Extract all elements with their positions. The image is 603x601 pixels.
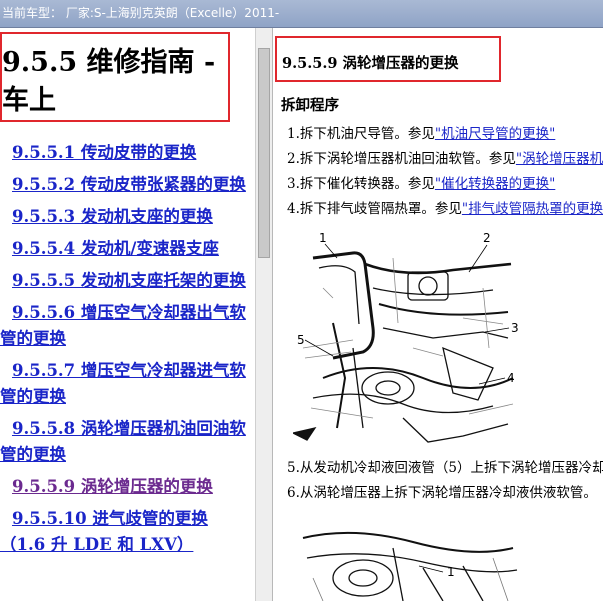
step-1: 1.拆下机油尺导管。参见"机油尺导管的更换" — [287, 122, 603, 147]
step-3-text: 3.拆下催化转换器。参见 — [287, 176, 435, 192]
toc-link[interactable]: 9.5.5.10 进气歧管的更换（1.6 升 LDE 和 LXV） — [0, 506, 252, 558]
toc-link[interactable]: 9.5.5.7 增压空气冷却器进气软管的更换 — [0, 358, 252, 410]
steps-list: 1.拆下机油尺导管。参见"机油尺导管的更换" 2.拆下涡轮增压器机油回油软管。参… — [287, 122, 603, 222]
step-2-text: 2.拆下涡轮增压器机油回油软管。参见 — [287, 151, 516, 167]
step-5: 5.从发动机冷却液回液管（5）上拆下涡轮增压器冷却液回液软管（1）。 — [287, 460, 603, 476]
engine-diagram-1: 1 2 3 4 5 — [291, 228, 523, 450]
content-pane: 9.5.5.9 涡轮增压器的更换 拆卸程序 1.拆下机油尺导管。参见"机油尺导管… — [273, 28, 603, 601]
toc-pane: 9.5.5 维修指南 - 车上 9.5.5.1 传动皮带的更换 9.5.5.2 传… — [0, 28, 255, 601]
coolant-diagram-svg: 1 — [302, 531, 518, 601]
toc-link[interactable]: 9.5.5.9 涡轮增压器的更换 — [0, 474, 252, 500]
dipstick-tube-link[interactable]: "机油尺导管的更换" — [435, 126, 555, 142]
step-6: 6.从涡轮增压器上拆下涡轮增压器冷却液供液软管。 — [287, 485, 597, 501]
step-2: 2.拆下涡轮增压器机油回油软管。参见"涡轮增压器机油回油软管的更换" — [287, 147, 603, 172]
toc-list: 9.5.5.1 传动皮带的更换 9.5.5.2 传动皮带张紧器的更换 9.5.5.3… — [0, 140, 252, 564]
step-4: 4.拆下排气歧管隔热罩。参见"排气歧管隔热罩的更换" — [287, 197, 603, 222]
current-model-text: 当前车型： 厂家:S-上海别克英朗（Excelle）2011- — [2, 6, 280, 20]
toc-link[interactable]: 9.5.5.3 发动机支座的更换 — [0, 204, 252, 230]
step-1-text: 1.拆下机油尺导管。参见 — [287, 126, 435, 142]
turbo-diagram-svg: 1 2 3 4 5 — [291, 231, 519, 443]
toc-link[interactable]: 9.5.5.2 传动皮带张紧器的更换 — [0, 172, 252, 198]
callout-4: 4 — [507, 371, 515, 385]
oil-return-hose-link[interactable]: "涡轮增压器机油回油软管的更换" — [516, 151, 603, 167]
heat-shield-link[interactable]: "排气歧管隔热罩的更换" — [462, 201, 603, 217]
toc-link[interactable]: 9.5.5.8 涡轮增压器机油回油软管的更换 — [0, 416, 252, 468]
toc-link[interactable]: 9.5.5.6 增压空气冷却器出气软管的更换 — [0, 300, 252, 352]
toc-link[interactable]: 9.5.5.1 传动皮带的更换 — [0, 140, 252, 166]
current-model-bar: 当前车型： 厂家:S-上海别克英朗（Excelle）2011- — [0, 0, 603, 28]
callout-2: 2 — [483, 231, 491, 245]
vertical-scrollbar[interactable] — [255, 28, 273, 601]
callout-3: 3 — [511, 321, 519, 335]
toc-link[interactable]: 9.5.5.5 发动机支座托架的更换 — [0, 268, 252, 294]
callout-5: 5 — [297, 333, 305, 347]
section-heading: 9.5.5 维修指南 - 车上 — [2, 47, 216, 116]
engine-diagram-2: 1 — [293, 518, 523, 601]
steps-list-2: 5.从发动机冷却液回液管（5）上拆下涡轮增压器冷却液回液软管（1）。 6.从涡轮… — [287, 456, 603, 506]
toc-link[interactable]: 9.5.5.4 发动机/变速器支座 — [0, 236, 252, 262]
section-title: 9.5.5.9 涡轮增压器的更换 — [282, 55, 459, 72]
procedure-heading: 拆卸程序 — [281, 97, 339, 114]
step-4-text: 4.拆下排气歧管隔热罩。参见 — [287, 201, 462, 217]
step-3: 3.拆下催化转换器。参见"催化转换器的更换" — [287, 172, 603, 197]
callout-1b: 1 — [447, 565, 455, 579]
catalytic-converter-link[interactable]: "催化转换器的更换" — [435, 176, 555, 192]
scrollbar-thumb[interactable] — [258, 48, 270, 258]
callout-1: 1 — [319, 231, 327, 245]
